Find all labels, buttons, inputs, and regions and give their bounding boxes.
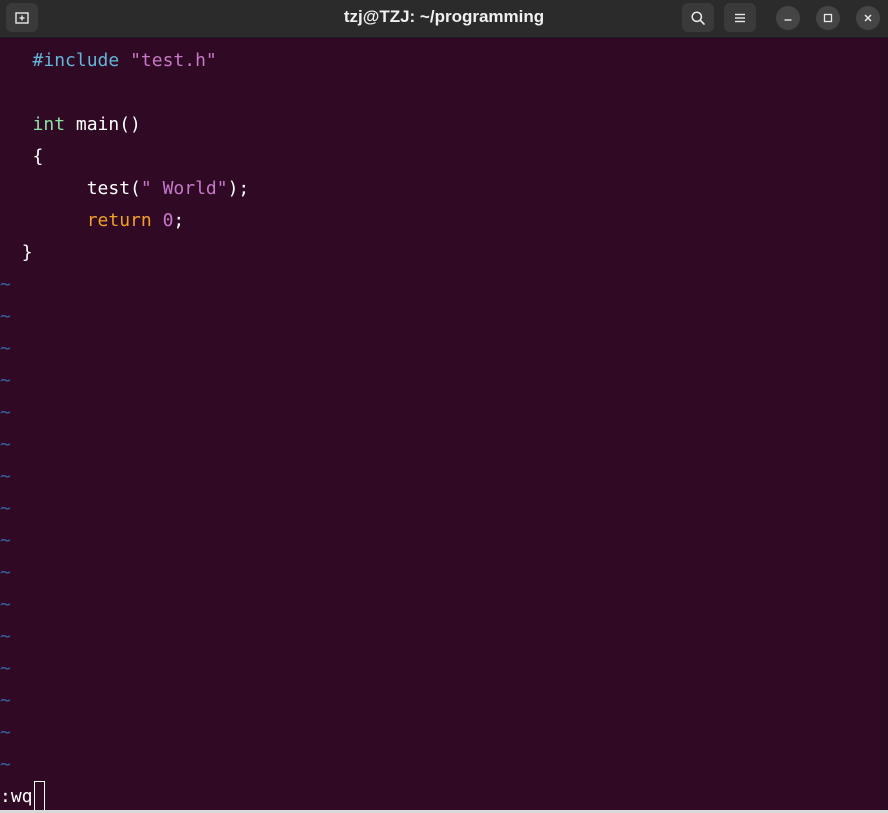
code-line-6: return 0; — [0, 205, 185, 237]
code-line-1: #include "test.h" — [0, 45, 217, 77]
function-signature: main() — [75, 114, 141, 135]
return-keyword: return — [86, 210, 152, 231]
empty-line-marker: ~ — [0, 754, 11, 775]
menu-button[interactable] — [724, 3, 756, 32]
vim-command-line[interactable]: :wq — [0, 780, 45, 813]
code-line-4: { — [0, 141, 44, 173]
empty-line-marker: ~ — [0, 626, 11, 647]
search-button[interactable] — [682, 3, 714, 32]
window-title: tzj@TZJ: ~/programming — [343, 7, 545, 26]
close-button[interactable] — [856, 6, 880, 30]
empty-line-marker: ~ — [0, 530, 11, 551]
new-tab-button[interactable] — [6, 3, 38, 32]
terminal-content[interactable]: #include "test.h" int main() { test(" Wo… — [0, 40, 880, 813]
empty-line-marker: ~ — [0, 658, 11, 679]
text-cursor — [33, 780, 45, 811]
empty-line-marker: ~ — [0, 402, 11, 423]
string-literal: " World" — [140, 178, 228, 199]
number-literal: 0 — [162, 210, 174, 231]
hamburger-menu-icon — [735, 13, 745, 22]
minimize-button[interactable] — [776, 6, 800, 30]
empty-line-marker: ~ — [0, 594, 11, 615]
empty-line-marker: ~ — [0, 690, 11, 711]
title-bar: tzj@TZJ: ~/programming — [0, 0, 888, 38]
maximize-icon — [823, 13, 833, 23]
empty-line-marker: ~ — [0, 434, 11, 455]
preprocessor-directive: #include — [32, 50, 120, 71]
maximize-button[interactable] — [816, 6, 840, 30]
function-call: test( — [86, 178, 141, 199]
search-icon — [691, 10, 705, 25]
code-line-7: } — [0, 237, 33, 269]
empty-line-marker: ~ — [0, 466, 11, 487]
new-tab-icon — [15, 11, 29, 24]
close-brace: } — [21, 242, 33, 263]
empty-line-marker: ~ — [0, 562, 11, 583]
include-string: "test.h" — [130, 50, 217, 71]
empty-line-marker: ~ — [0, 306, 11, 327]
empty-line-marker: ~ — [0, 370, 11, 391]
code-line-5: test(" World"); — [0, 173, 250, 205]
call-end: ); — [227, 178, 250, 199]
terminal-window: tzj@TZJ: ~/programming #include "test.h"… — [0, 0, 888, 813]
close-icon — [864, 14, 872, 22]
type-keyword: int — [32, 114, 66, 135]
empty-line-marker: ~ — [0, 338, 11, 359]
empty-line-marker: ~ — [0, 498, 11, 519]
open-brace: { — [32, 146, 44, 167]
empty-line-marker: ~ — [0, 722, 11, 743]
code-line-3: int main() — [0, 109, 141, 141]
command-text: :wq — [0, 786, 33, 807]
semicolon: ; — [173, 210, 185, 231]
minimize-icon — [784, 19, 792, 21]
scrollbar[interactable] — [880, 40, 888, 810]
empty-line-marker: ~ — [0, 274, 11, 295]
